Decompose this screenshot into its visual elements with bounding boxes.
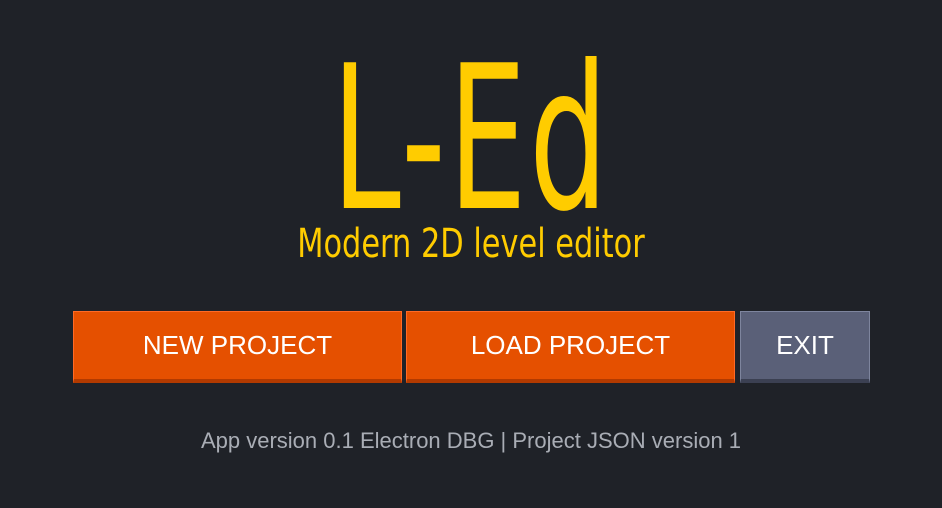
app-logo: L-Ed <box>331 23 611 256</box>
load-project-button[interactable]: LOAD PROJECT <box>406 311 735 383</box>
version-info: App version 0.1 Electron DBG | Project J… <box>200 428 742 453</box>
new-project-button[interactable]: NEW PROJECT <box>73 311 402 383</box>
app-tagline: Modern 2D level editor <box>297 221 645 267</box>
start-screen: L-Ed Modern 2D level editor NEW PROJECT … <box>0 0 942 508</box>
exit-button[interactable]: EXIT <box>740 311 870 383</box>
